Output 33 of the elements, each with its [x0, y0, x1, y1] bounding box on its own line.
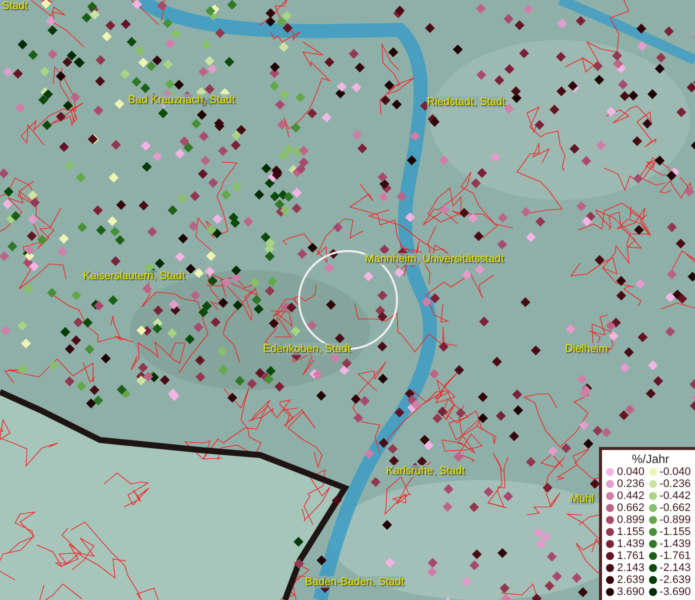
legend-title: %/Jahr [630, 452, 670, 466]
place-label: Stadt [2, 0, 28, 12]
place-label: Dielheim [565, 343, 608, 355]
legend-value: 0.899 [617, 514, 645, 526]
legend-value: -0.442 [660, 490, 691, 502]
legend-value: 1.155 [617, 526, 645, 538]
legend-value: -3.690 [660, 586, 691, 598]
legend-value: -1.761 [660, 550, 691, 562]
legend-value: 3.690 [617, 586, 645, 598]
legend-value: -0.040 [660, 466, 691, 478]
place-label: Karlsruhe, Stadt [386, 465, 465, 477]
place-label: Bad Kreuznach, Stadt [128, 94, 236, 106]
legend-value: -2.143 [660, 562, 691, 574]
legend-value: -0.662 [660, 502, 691, 514]
legend-value: 0.442 [617, 490, 645, 502]
legend-value: 2.639 [617, 574, 645, 586]
legend-value: -1.155 [660, 526, 691, 538]
legend-value: 0.236 [617, 478, 645, 490]
legend-value: -0.899 [660, 514, 691, 526]
place-label: Edenkoben, Stadt [263, 343, 350, 355]
place-label: Mannheim, Universitätsstadt [365, 253, 504, 265]
legend-value: 1.761 [617, 550, 645, 562]
place-label: Baden-Baden, Stadt [305, 576, 404, 588]
legend-value: -1.439 [660, 538, 691, 550]
place-label: Kaiserslautern, Stadt [83, 270, 186, 282]
place-label: Mühl [570, 493, 594, 505]
legend-value: -2.639 [660, 574, 691, 586]
legend-value: 1.439 [617, 538, 645, 550]
legend-value: 0.662 [617, 502, 645, 514]
place-label: Riedstadt, Stadt [427, 96, 506, 108]
legend-value: 2.143 [617, 562, 645, 574]
legend-value: 0.040 [617, 466, 645, 478]
legend-value: -0.236 [660, 478, 691, 490]
